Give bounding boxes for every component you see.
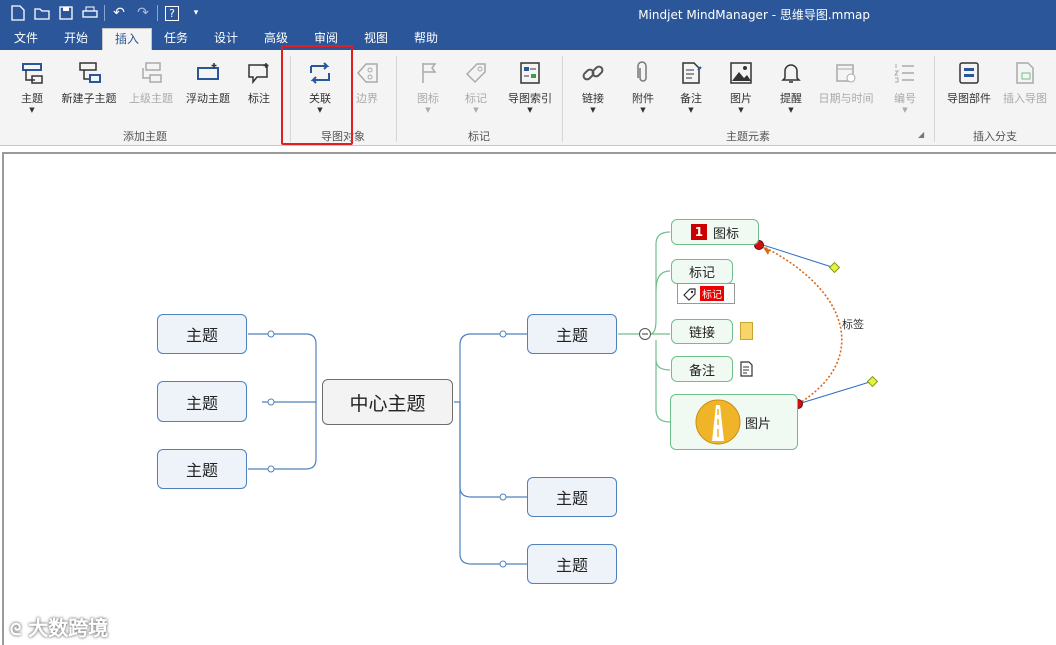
tab-design[interactable]: 设计 xyxy=(202,28,250,50)
floating-topic-icon xyxy=(195,56,221,90)
tab-view[interactable]: 视图 xyxy=(352,28,400,50)
map-index-icon xyxy=(517,56,543,90)
numbering-button[interactable]: 编号 ▼ xyxy=(888,56,922,126)
subtopic-icon xyxy=(76,56,102,90)
callout-icon xyxy=(246,56,272,90)
insert-map-button[interactable]: 插入导图 xyxy=(1000,56,1050,126)
quick-access-toolbar: ↶ ↷ ? ▾ xyxy=(8,3,206,23)
boundary-button[interactable]: 边界 xyxy=(350,56,384,126)
group-label-add-topic: 添加主题 xyxy=(123,130,167,143)
undo-icon[interactable]: ↶ xyxy=(109,3,129,23)
boundary-icon xyxy=(354,56,380,90)
tag-icon xyxy=(463,56,489,90)
note-icon[interactable] xyxy=(739,361,755,377)
dialog-launcher-icon[interactable]: ◢ xyxy=(918,130,924,139)
open-folder-icon[interactable] xyxy=(32,3,52,23)
tab-insert[interactable]: 插入 xyxy=(102,28,153,50)
parent-topic-button[interactable]: 上级主题 xyxy=(124,56,178,126)
topic-icon xyxy=(19,56,45,90)
tag-icon xyxy=(683,287,696,301)
subtopic-marker-node[interactable]: 标记 xyxy=(671,259,733,284)
map-parts-button[interactable]: 导图部件 xyxy=(944,56,994,126)
reminder-button[interactable]: 提醒 ▼ xyxy=(774,56,808,126)
note-icon xyxy=(678,56,704,90)
tab-help[interactable]: 帮助 xyxy=(402,28,450,50)
flag-icon xyxy=(415,56,441,90)
calendar-icon xyxy=(833,56,859,90)
left-topic-1[interactable]: 主题 xyxy=(157,314,247,354)
tab-file[interactable]: 文件 xyxy=(2,28,50,50)
right-topic-1[interactable]: 主题 xyxy=(527,314,617,354)
window-title: Mindjet MindManager - 思维导图.mmap xyxy=(638,8,870,22)
image-icon xyxy=(728,56,754,90)
attachment-button[interactable]: 附件 ▼ xyxy=(626,56,660,126)
note-button[interactable]: 备注 ▼ xyxy=(674,56,708,126)
left-topic-2[interactable]: 主题 xyxy=(157,381,247,422)
image-button[interactable]: 图片 ▼ xyxy=(724,56,758,126)
tab-home[interactable]: 开始 xyxy=(52,28,100,50)
new-file-icon[interactable] xyxy=(8,3,28,23)
watermark: ᘓ 大数跨境 xyxy=(10,616,109,640)
subtopic-image-node[interactable]: 图片 xyxy=(670,394,798,450)
left-topic-3[interactable]: 主题 xyxy=(157,449,247,489)
title-bar: ↶ ↷ ? ▾ Mindjet MindManager - 思维导图.mmap xyxy=(0,0,1056,28)
numbering-icon xyxy=(892,56,918,90)
central-topic[interactable]: 中心主题 xyxy=(322,379,453,425)
insert-map-icon xyxy=(1012,56,1038,90)
map-parts-icon xyxy=(956,56,982,90)
help-icon[interactable]: ? xyxy=(162,3,182,23)
marker-tag: 标记 xyxy=(677,283,735,304)
tab-task[interactable]: 任务 xyxy=(152,28,200,50)
priority-1-icon: 1 xyxy=(690,224,707,240)
callout-button[interactable]: 标注 xyxy=(242,56,276,126)
file-link-icon[interactable] xyxy=(740,322,753,340)
group-label-markers: 标记 xyxy=(468,130,490,143)
topic-button[interactable]: 主题 ▼ xyxy=(14,56,50,126)
parent-topic-icon xyxy=(138,56,164,90)
ribbon: 主题 ▼ 新建子主题 上级主题 浮动主题 标注 添加主题 关联 ▼ 边界 导图对象 … xyxy=(0,50,1056,146)
right-topic-2[interactable]: 主题 xyxy=(527,477,617,517)
link-button[interactable]: 链接 ▼ xyxy=(576,56,610,126)
icon-button[interactable]: 图标 ▼ xyxy=(410,56,446,126)
save-icon[interactable] xyxy=(56,3,76,23)
date-time-button[interactable]: 日期与时间 xyxy=(816,56,876,126)
subtopic-icon-node[interactable]: 1 图标 xyxy=(671,219,759,245)
watermark-logo: ᘓ xyxy=(10,620,22,639)
group-label-insert-branch: 插入分支 xyxy=(973,130,1017,143)
road-image xyxy=(695,399,741,445)
subtopic-note-node[interactable]: 备注 xyxy=(671,356,733,382)
link-icon xyxy=(580,56,606,90)
bell-icon xyxy=(778,56,804,90)
highlight-box xyxy=(281,45,353,145)
print-icon[interactable] xyxy=(80,3,100,23)
floating-topic-button[interactable]: 浮动主题 xyxy=(182,56,234,126)
group-label-topic-elements: 主题元素 xyxy=(726,130,770,143)
customize-qat-icon[interactable]: ▾ xyxy=(186,3,206,23)
map-index-button[interactable]: 导图索引 ▼ xyxy=(504,56,556,126)
relationship-label[interactable]: 标签 xyxy=(842,316,864,332)
redo-icon[interactable]: ↷ xyxy=(133,3,153,23)
paperclip-icon xyxy=(630,56,656,90)
new-subtopic-button[interactable]: 新建子主题 xyxy=(58,56,120,126)
right-topic-3[interactable]: 主题 xyxy=(527,544,617,584)
marker-button[interactable]: 标记 ▼ xyxy=(458,56,494,126)
ribbon-tabs: 文件 开始 插入 任务 设计 高级 审阅 视图 帮助 xyxy=(0,28,1056,50)
subtopic-link-node[interactable]: 链接 xyxy=(671,319,733,344)
